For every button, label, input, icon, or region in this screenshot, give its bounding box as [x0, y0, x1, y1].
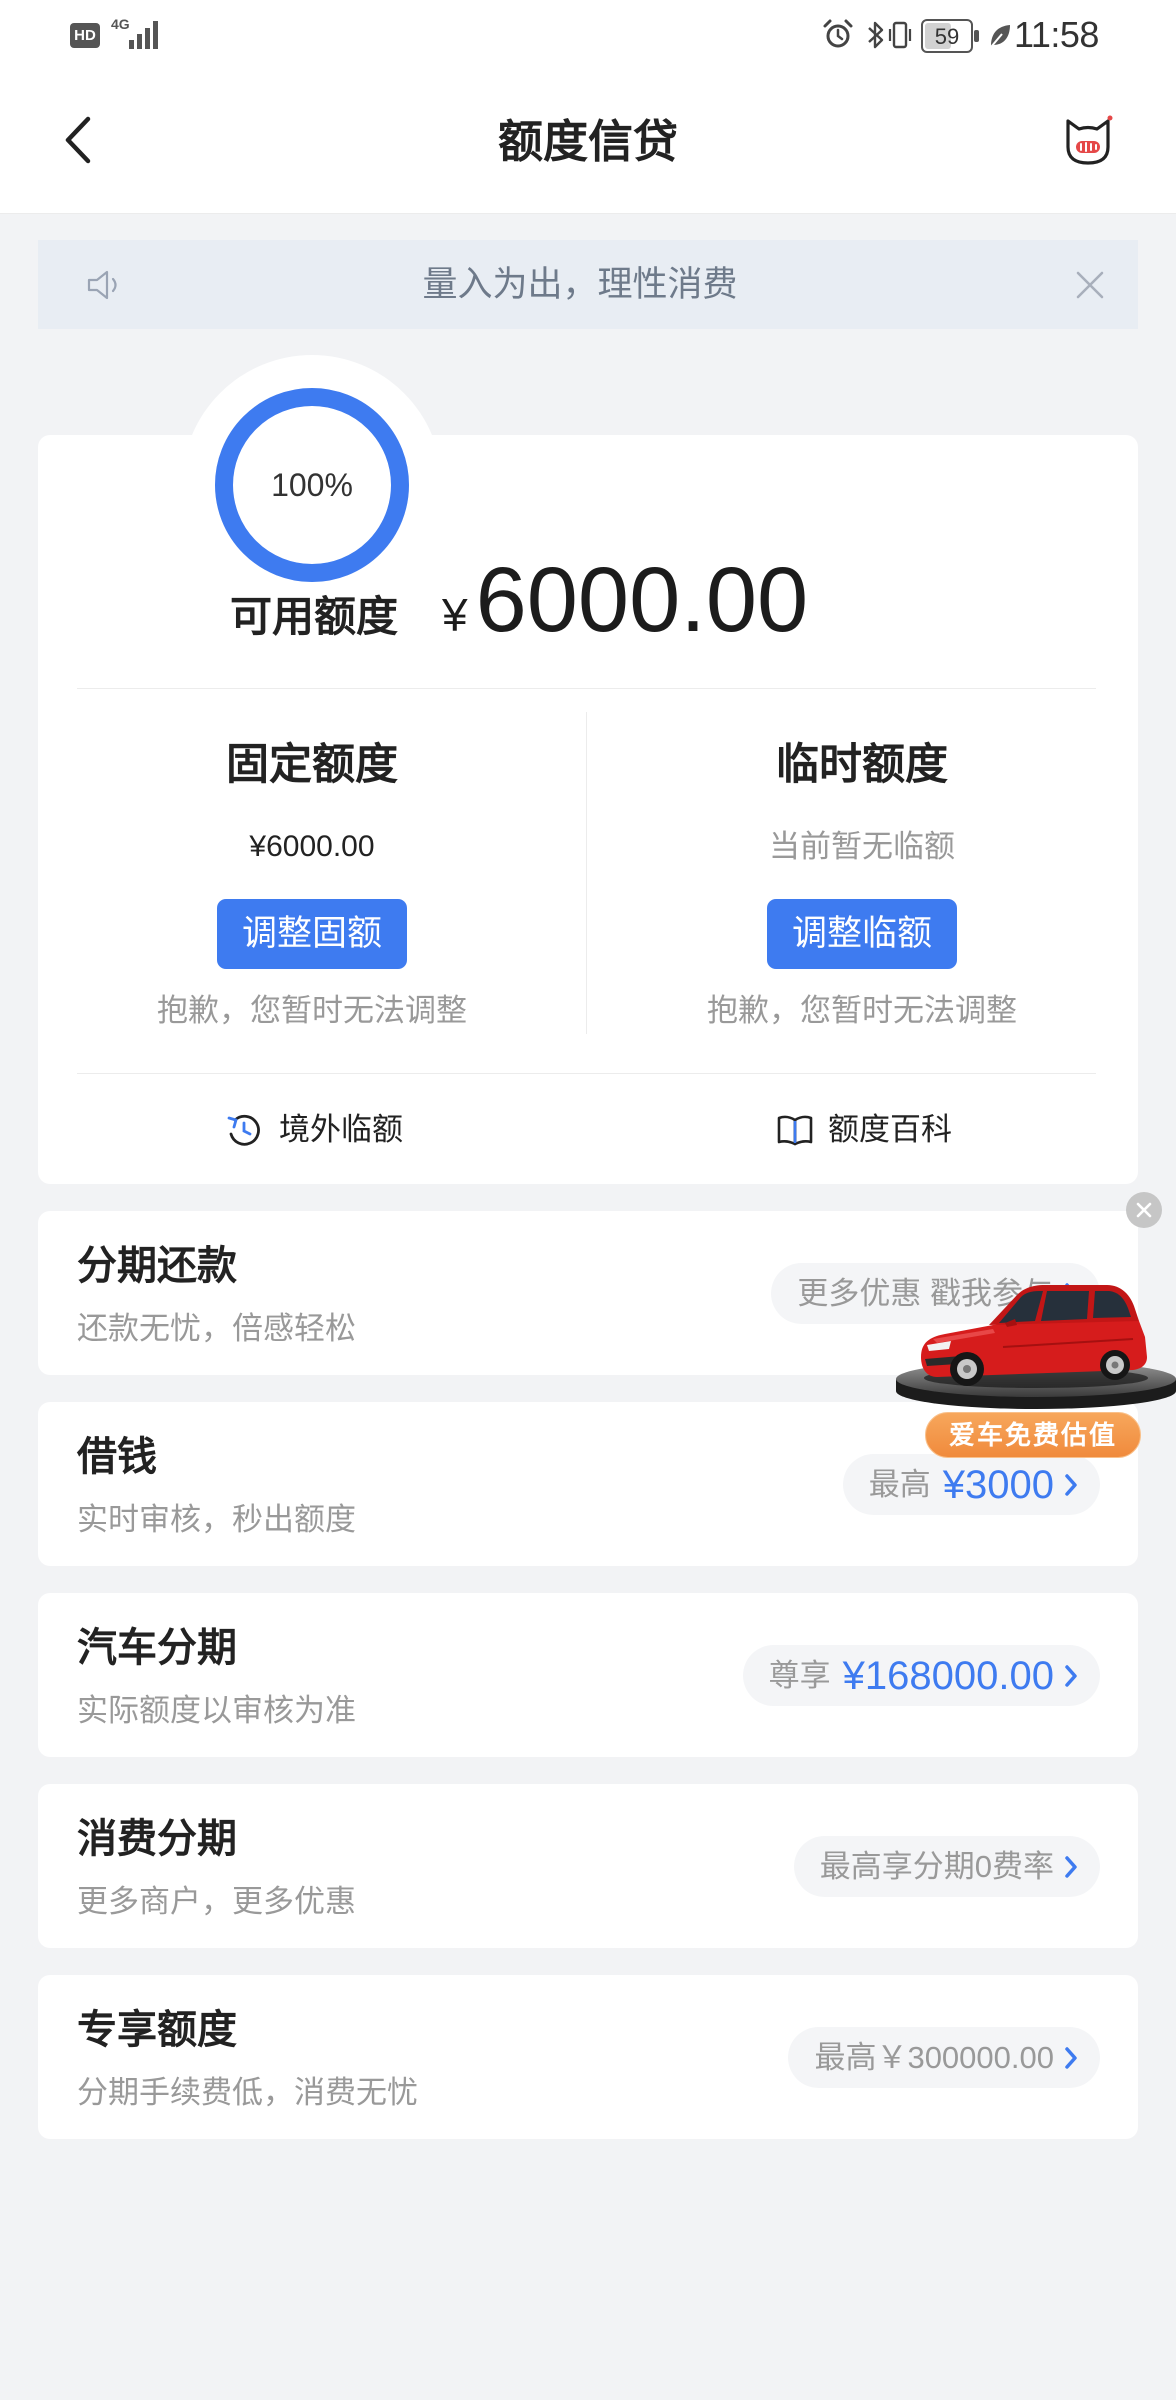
service-title: 分期还款 [77, 1244, 237, 1288]
pill-text: 最高￥300000.00 [814, 2039, 1054, 2075]
overseas-temp-credit-label: 境外临额 [279, 1112, 403, 1147]
car-valuation-ad[interactable]: 爱车免费估值 [893, 1265, 1176, 1458]
red-car-image [896, 1285, 1176, 1409]
service-subtitle: 还款无忧，倍感轻松 [77, 1311, 356, 1346]
credit-wiki-label: 额度百科 [828, 1112, 952, 1147]
service-subtitle: 实时审核，秒出额度 [77, 1502, 356, 1537]
service-pill[interactable]: 最高享分期0费率 [793, 1836, 1100, 1897]
service-pill[interactable]: 尊享 ¥168000.00 [742, 1645, 1100, 1706]
fixed-credit-title: 固定额度 [226, 741, 398, 789]
service-subtitle: 实际额度以审核为准 [77, 1693, 356, 1728]
pill-text: 尊享 [768, 1657, 831, 1693]
alarm-clock-icon [823, 19, 853, 48]
pill-text: 最高享分期0费率 [819, 1848, 1054, 1884]
vibrate-mode-icon [888, 21, 912, 49]
close-icon [1076, 271, 1104, 299]
cat-mascot-icon [1066, 115, 1113, 165]
battery-level: 59 [935, 24, 959, 49]
service-card-consumer-installment[interactable]: 消费分期 更多商户，更多优惠 最高享分期0费率 [38, 1784, 1138, 1948]
service-subtitle: 更多商户，更多优惠 [77, 1884, 356, 1919]
pill-value: ¥3000 [942, 1462, 1054, 1507]
service-title: 借钱 [77, 1435, 157, 1479]
fixed-credit-value: ¥6000.00 [249, 830, 375, 863]
page-title: 额度信贷 [497, 116, 678, 167]
service-subtitle: 分期手续费低，消费无忧 [77, 2075, 418, 2110]
close-circle-icon [1136, 1202, 1152, 1218]
service-card-exclusive-credit[interactable]: 专享额度 分期手续费低，消费无忧 最高￥300000.00 [38, 1975, 1138, 2139]
chevron-right-icon [1065, 1855, 1077, 1878]
book-icon [777, 1115, 813, 1146]
notice-bar: 量入为出，理性消费 [38, 240, 1138, 329]
service-pill[interactable]: 最高￥300000.00 [788, 2027, 1100, 2088]
divider [77, 1073, 1096, 1074]
credit-summary-card: 100% 可用额度 ¥6000.00 固定额度 ¥6000.00 调整固额 抱歉… [38, 388, 1138, 1184]
eco-leaf-icon [990, 25, 1010, 48]
service-title: 消费分期 [77, 1817, 237, 1861]
network-type-label: 4G [111, 16, 130, 32]
top-bar: HD 4G 59 11:58 额度信贷 [0, 0, 1176, 214]
credit-wiki-link[interactable]: 额度百科 [776, 1106, 952, 1154]
fixed-credit-note: 抱歉，您暂时无法调整 [157, 993, 467, 1028]
pill-value: ¥168000.00 [842, 1653, 1054, 1698]
signal-strength-icon [129, 21, 158, 49]
adjust-fixed-credit-button[interactable]: 调整固额 [217, 899, 407, 969]
service-card-car-installment[interactable]: 汽车分期 实际额度以审核为准 尊享 ¥168000.00 [38, 1593, 1138, 1757]
chevron-right-icon [1065, 1664, 1077, 1687]
pill-text: 最高 [868, 1466, 931, 1502]
service-title: 汽车分期 [77, 1626, 237, 1670]
adjust-temporary-credit-button[interactable]: 调整临额 [767, 899, 957, 969]
temporary-credit-value: 当前暂无临额 [769, 829, 955, 864]
car-valuation-label: 爱车免费估值 [925, 1412, 1141, 1458]
hd-voice-badge: HD [70, 23, 100, 48]
column-divider [586, 712, 587, 1034]
chevron-right-icon [1065, 1473, 1077, 1496]
customer-service-button[interactable] [1058, 112, 1118, 172]
clock-arrow-icon [227, 1114, 260, 1146]
temporary-credit-column: 临时额度 当前暂无临额 调整临额 抱歉，您暂时无法调整 [627, 435, 1097, 1075]
temporary-credit-title: 临时额度 [776, 741, 948, 789]
overseas-temp-credit-link[interactable]: 境外临额 [226, 1106, 403, 1154]
notice-text: 量入为出，理性消费 [422, 265, 738, 304]
fixed-credit-column: 固定额度 ¥6000.00 调整固额 抱歉，您暂时无法调整 [77, 435, 547, 1075]
chevron-right-icon [1065, 2046, 1077, 2069]
temporary-credit-note: 抱歉，您暂时无法调整 [707, 993, 1017, 1028]
service-pill[interactable]: 最高 ¥3000 [842, 1454, 1100, 1515]
service-title: 专享额度 [77, 2008, 237, 2052]
battery-icon: 59 [921, 19, 979, 53]
clock-time: 11:58 [1014, 14, 1099, 55]
bluetooth-icon [868, 21, 884, 49]
notice-close-button[interactable] [1072, 267, 1108, 303]
ad-close-button[interactable] [1126, 1192, 1162, 1228]
